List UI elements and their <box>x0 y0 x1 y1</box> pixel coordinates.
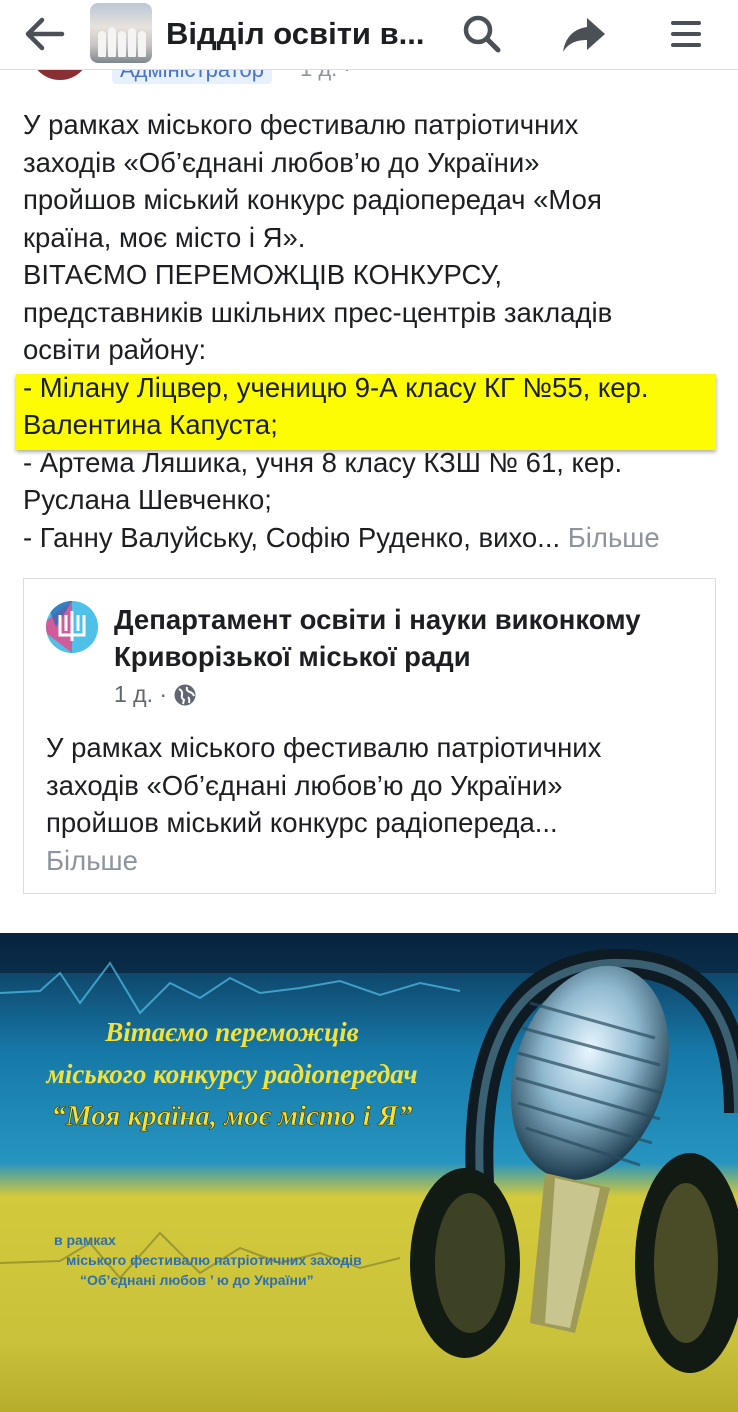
org-name[interactable]: Департамент освіти і науки виконкому Кри… <box>114 601 704 675</box>
banner-title-line3: “Моя країна, моє місто і Я” <box>51 1100 413 1132</box>
arrow-left-icon <box>25 17 65 51</box>
post-line: Руслана Шевченко; <box>23 484 272 515</box>
post-line: країна, моє місто і Я». <box>23 221 306 253</box>
banner-title-line2: міського конкурсу радіопередач <box>45 1059 417 1089</box>
post-image[interactable]: Вітаємо переможців міського конкурсу рад… <box>0 933 738 1412</box>
post-line: - Артема Ляшика, учня 8 класу КЗШ № 61, … <box>23 446 623 478</box>
page-title[interactable]: Відділ освіти в... <box>166 14 426 54</box>
search-button[interactable] <box>456 10 508 58</box>
post-line: освіти району: <box>23 334 207 365</box>
top-bar: Відділ освіти в... <box>0 0 738 70</box>
banner-graphic: Вітаємо переможців міського конкурсу рад… <box>0 933 738 1412</box>
post-text: У рамках міського фестивалю патріотичних… <box>23 106 723 556</box>
share-icon <box>563 18 605 52</box>
post-line: Валентина Капуста; <box>23 409 278 440</box>
share-button[interactable] <box>558 10 610 58</box>
post-line: У рамках міського фестивалю патріотичних <box>23 109 579 140</box>
trident-logo-icon <box>46 601 98 653</box>
back-button[interactable] <box>18 12 70 56</box>
shared-post-time: 1 д. · <box>114 681 168 707</box>
shared-line: У рамках міського фестивалю патріотичних <box>46 732 602 763</box>
post-line: представників шкільних прес-центрів закл… <box>23 296 613 328</box>
shared-line: пройшов міський конкурс радіопереда... <box>46 807 558 838</box>
group-avatar[interactable] <box>90 3 152 63</box>
post-line: заходів «Об’єднані любов’ю до України» <box>23 146 540 178</box>
globe-icon <box>174 684 196 705</box>
org-logo[interactable] <box>46 601 98 653</box>
menu-button[interactable] <box>660 10 712 58</box>
banner-title-line1: Вітаємо переможців <box>104 1017 358 1047</box>
post-truncated-text: - Ганну Валуйську, Софію Руденко, вихо..… <box>23 521 568 553</box>
shared-post-card[interactable]: Департамент освіти і науки виконкому Кри… <box>23 578 716 894</box>
shared-post-text: У рамках міського фестивалю патріотичних… <box>46 729 706 879</box>
shared-see-more-link[interactable]: Більше <box>46 842 706 880</box>
menu-icon <box>671 21 701 47</box>
search-icon <box>463 15 501 53</box>
post-line: пройшов міський конкурс радіопередач «Мо… <box>23 184 602 215</box>
post-line-last: - Ганну Валуйську, Софію Руденко, вихо..… <box>23 519 723 557</box>
see-more-link[interactable]: Більше <box>568 522 660 553</box>
shared-line: заходів «Об’єднані любов’ю до України» <box>46 769 563 801</box>
shared-post-meta: 1 д. · <box>114 681 197 708</box>
banner-small-line1: в рамках <box>54 1232 116 1248</box>
banner-small-line2: міського фестивалю патріотичних заходів <box>66 1252 362 1268</box>
post-line: - Мілану Ліцвер, ученицю 9-А класу КГ №5… <box>23 371 649 403</box>
post-line: ВІТАЄМО ПЕРЕМОЖЦІВ КОНКУРСУ, <box>23 259 502 290</box>
banner-small-line3: “Об’єднані любов ’ ю до України” <box>80 1272 314 1288</box>
